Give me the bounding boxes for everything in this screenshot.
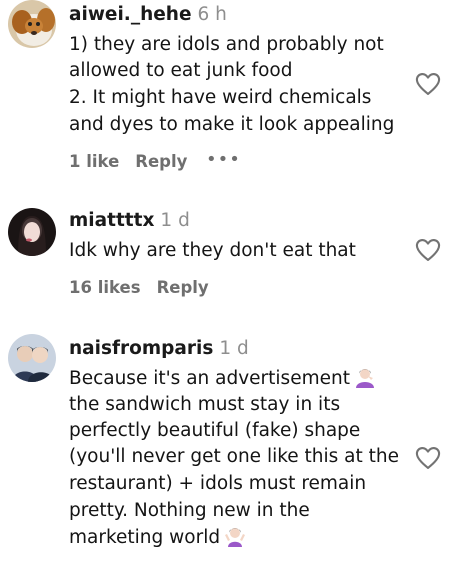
username-text[interactable]: aiwei._hehe bbox=[69, 4, 192, 25]
avatar[interactable] bbox=[8, 208, 56, 256]
comment-text-line: (you'll never get one like this at the bbox=[69, 446, 400, 467]
comment-text-line: restaurant) + idols must remain bbox=[69, 473, 367, 494]
comment-text-line: pretty. Nothing new in the bbox=[69, 500, 310, 521]
comment-meta: 1 like Reply bbox=[69, 152, 187, 171]
username-text[interactable]: naisfromparis bbox=[69, 338, 213, 359]
reply-button[interactable]: Reply bbox=[135, 152, 187, 171]
comment-text-line: Idk why are they don't eat that bbox=[69, 240, 356, 261]
comment-time: 1 d bbox=[219, 338, 249, 359]
two-people-avatar-icon bbox=[8, 334, 56, 382]
reply-button[interactable]: Reply bbox=[157, 278, 209, 297]
comment-username[interactable]: naisfromparis 1 d bbox=[69, 338, 249, 359]
comment-text-line: the sandwich must stay in its bbox=[69, 394, 341, 415]
like-count[interactable]: 16 likes bbox=[69, 278, 141, 297]
heart-icon[interactable] bbox=[414, 70, 442, 98]
avatar[interactable] bbox=[8, 0, 56, 48]
person-shrugging-emoji-icon bbox=[225, 528, 246, 547]
comment-text-segment: Because it's an advertisement bbox=[69, 368, 350, 389]
comment-text-line: and dyes to make it look appealing bbox=[69, 114, 395, 135]
comment-text-line: allowed to eat junk food bbox=[69, 60, 293, 81]
comment-text-line: 2. It might have weird chemicals bbox=[69, 87, 372, 108]
comment-time: 6 h bbox=[197, 4, 227, 25]
comment-text-segment: marketing world bbox=[69, 527, 221, 548]
username-text[interactable]: miattttx bbox=[69, 210, 154, 231]
person-avatar-icon bbox=[8, 208, 56, 256]
more-options-icon[interactable]: ••• bbox=[206, 149, 241, 170]
comment-text-line: perfectly beautiful (fake) shape bbox=[69, 420, 361, 441]
comment-text-line: Because it's an advertisement bbox=[69, 366, 376, 392]
heart-icon[interactable] bbox=[414, 444, 442, 472]
like-count[interactable]: 1 like bbox=[69, 152, 119, 171]
avatar[interactable] bbox=[8, 334, 56, 382]
dog-avatar-icon bbox=[8, 0, 56, 48]
comment-time: 1 d bbox=[160, 210, 190, 231]
comment-text-line: marketing world bbox=[69, 525, 246, 551]
comment-meta: 16 likes Reply bbox=[69, 278, 209, 297]
comment-text-line: 1) they are idols and probably not bbox=[69, 34, 384, 55]
comment-username[interactable]: miattttx 1 d bbox=[69, 210, 190, 231]
person-facepalming-emoji-icon bbox=[355, 369, 374, 388]
comment-username[interactable]: aiwei._hehe 6 h bbox=[69, 4, 227, 25]
heart-icon[interactable] bbox=[414, 236, 442, 264]
